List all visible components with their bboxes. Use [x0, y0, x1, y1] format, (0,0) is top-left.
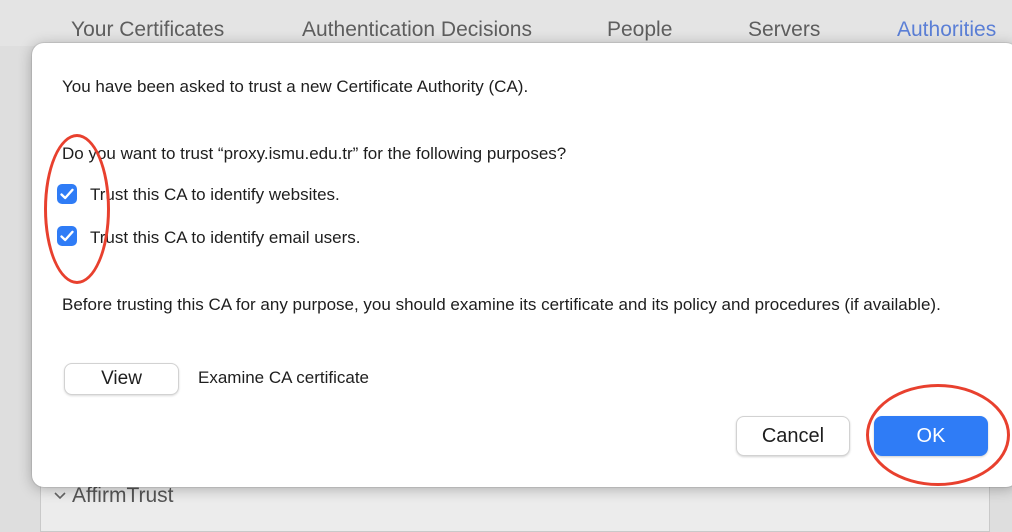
dialog-intro: You have been asked to trust a new Certi…: [62, 77, 529, 96]
tab-people[interactable]: People: [607, 18, 672, 42]
tab-authentication-decisions[interactable]: Authentication Decisions: [302, 18, 532, 42]
email-option-label: Trust this CA to identify email users.: [90, 228, 361, 247]
tab-bar: Your Certificates Authentication Decisio…: [0, 0, 1012, 46]
list-item-label: AffirmTrust: [72, 484, 174, 507]
dialog-advice: Before trusting this CA for any purpose,…: [62, 295, 941, 314]
websites-checkbox[interactable]: [57, 184, 77, 204]
tab-servers[interactable]: Servers: [748, 18, 820, 42]
view-caption: Examine CA certificate: [198, 368, 370, 387]
email-checkbox[interactable]: [57, 226, 77, 246]
view-button[interactable]: View: [64, 363, 179, 395]
tab-authorities[interactable]: Authorities: [897, 18, 996, 42]
trust-ca-dialog: You have been asked to trust a new Certi…: [32, 43, 1012, 487]
chevron-down-icon: [54, 487, 66, 505]
checkmark-icon: [60, 188, 74, 200]
checkmark-icon: [60, 230, 74, 242]
tab-your-certificates[interactable]: Your Certificates: [71, 18, 224, 42]
list-item[interactable]: AffirmTrust: [54, 484, 174, 508]
ok-button[interactable]: OK: [874, 416, 988, 456]
dialog-question: Do you want to trust “proxy.ismu.edu.tr”…: [62, 144, 567, 163]
websites-option-label: Trust this CA to identify websites.: [90, 185, 340, 204]
cancel-button[interactable]: Cancel: [736, 416, 850, 456]
